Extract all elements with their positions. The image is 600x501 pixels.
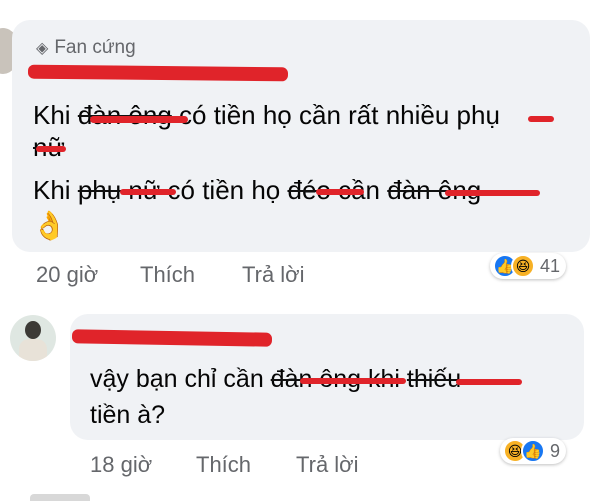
redaction-mark — [36, 146, 66, 152]
avatar-body — [19, 339, 47, 361]
comment-2-like-link[interactable]: Thích — [196, 452, 251, 478]
comment-1-reply-link[interactable]: Trả lời — [242, 262, 305, 288]
comment-2-line-2: tiền à? — [90, 401, 166, 429]
comment-2-time[interactable]: 18 giờ — [90, 452, 152, 478]
diamond-icon: ◈ — [36, 40, 49, 57]
commenter-1-name-redacted[interactable] — [27, 64, 289, 82]
redaction-mark — [528, 116, 554, 122]
redaction-mark — [316, 189, 364, 195]
next-comment-fragment — [30, 494, 90, 501]
fan-badge-label: Fan cứng — [54, 37, 136, 58]
comment-1-like-link[interactable]: Thích — [140, 262, 195, 288]
redaction-mark — [445, 190, 540, 196]
like-icon: 👍 — [521, 439, 545, 463]
comment-1-time[interactable]: 20 giờ — [36, 262, 98, 288]
comment-1-line-1: Khi đàn ông có tiền họ cần rất nhiều phụ — [33, 100, 500, 130]
comment-1-reactions[interactable]: 👍 😆 41 — [490, 253, 567, 279]
redaction-mark — [456, 379, 522, 385]
redaction-mark — [300, 378, 406, 384]
comment-2-reaction-count: 9 — [550, 440, 561, 461]
comment-2-reactions[interactable]: 😆 👍 9 — [500, 438, 567, 464]
redaction-mark — [90, 116, 188, 123]
comment-2-reply-link[interactable]: Trả lời — [296, 452, 359, 478]
avatar-head — [25, 321, 41, 339]
ok-hand-emoji: 👌 — [32, 210, 67, 241]
haha-icon: 😆 — [511, 254, 535, 278]
redaction-mark — [120, 189, 176, 195]
comment-1-reaction-count: 41 — [540, 255, 561, 276]
commenter-2-avatar[interactable] — [10, 315, 56, 361]
fan-badge: ◈ Fan cứng — [36, 37, 136, 59]
comment-1-line-3: Khi phụ nữ có tiền họ đéo cần đàn ông — [33, 175, 482, 205]
